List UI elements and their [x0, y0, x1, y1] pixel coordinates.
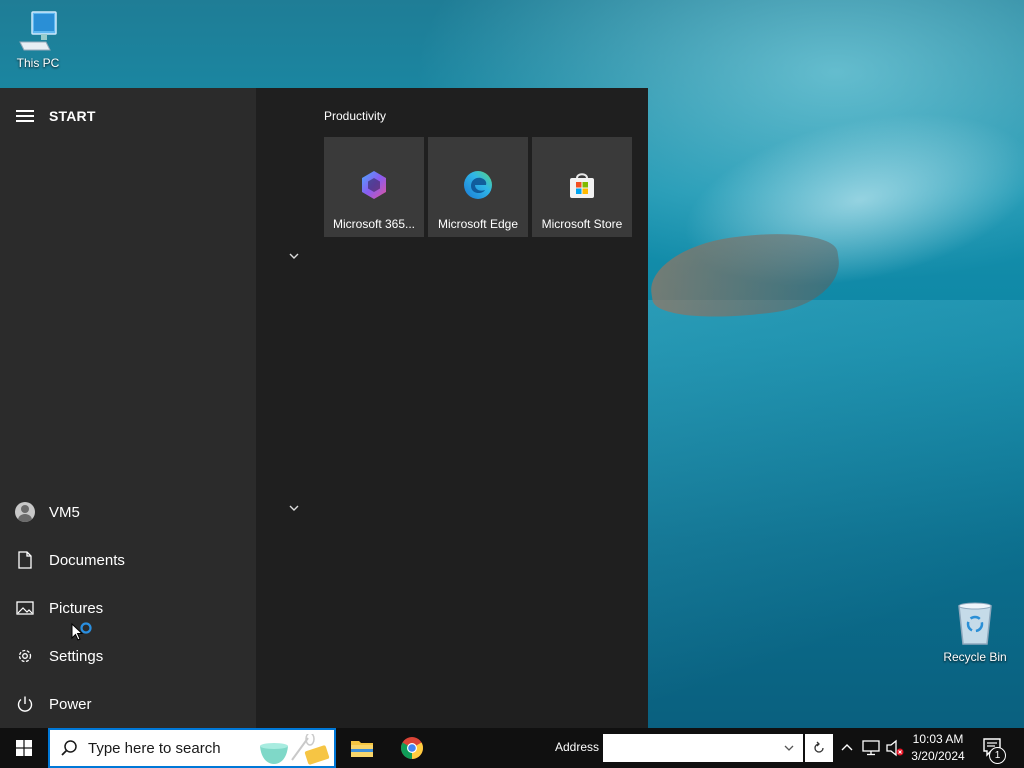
store-icon [570, 173, 594, 198]
address-go-button[interactable] [805, 734, 833, 762]
address-toolbar-label: Address [555, 740, 600, 754]
nav-item-settings[interactable]: Settings [0, 632, 256, 680]
taskbar-clock[interactable]: 10:03 AM 3/20/2024 [906, 731, 970, 765]
taskbar-search-box[interactable]: Type here to search [48, 728, 336, 768]
taskbar-file-explorer[interactable] [338, 728, 386, 768]
computer-icon [19, 11, 57, 51]
chevron-down-icon[interactable] [286, 248, 302, 264]
show-hidden-icons-button[interactable] [837, 738, 857, 758]
tile-label: Microsoft Store [541, 217, 623, 231]
picture-icon [16, 601, 34, 615]
start-header: START [0, 102, 96, 130]
desktop-icon-this-pc[interactable]: This PC [0, 8, 76, 70]
microsoft-365-icon [362, 171, 386, 199]
busy-cursor-icon [71, 622, 92, 641]
taskbar: Type here to search Address 10:03 AM 3/2… [0, 728, 1024, 768]
tile-microsoft-store[interactable]: Microsoft Store [532, 137, 632, 237]
hamburger-menu-icon[interactable] [16, 110, 34, 122]
notification-count-badge: 1 [989, 747, 1006, 764]
nav-item-pictures[interactable]: Pictures [0, 584, 256, 632]
windows-logo-icon [16, 740, 32, 756]
edge-icon [464, 171, 492, 199]
gear-icon [18, 649, 32, 663]
search-placeholder: Type here to search [88, 739, 221, 757]
file-explorer-icon [351, 741, 373, 757]
avatar [15, 502, 35, 522]
nav-item-label: Power [49, 695, 92, 713]
tile-microsoft-365[interactable]: Microsoft 365... [324, 137, 424, 237]
nav-item-documents[interactable]: Documents [0, 536, 256, 584]
start-title: START [49, 108, 96, 124]
chevron-down-icon[interactable] [783, 742, 795, 754]
chevron-up-icon [841, 744, 853, 751]
volume-button[interactable] [885, 738, 905, 758]
desktop-icon-label: This PC [16, 56, 60, 70]
desktop-icon-recycle-bin[interactable]: Recycle Bin [937, 600, 1013, 664]
tile-group-title[interactable]: Productivity [324, 109, 386, 123]
start-menu: START VM5 Documents Pictures Settings Po… [0, 88, 648, 728]
document-icon [18, 551, 32, 569]
tile-label: Microsoft 365... [332, 217, 416, 231]
search-highlight-illustration-icon [260, 734, 330, 765]
search-icon [61, 740, 77, 756]
nav-item-label: Settings [49, 647, 104, 665]
desktop-icon-label: Recycle Bin [943, 650, 1007, 664]
clock-time: 10:03 AM [912, 732, 964, 746]
wallpaper-light-rays [640, 300, 1024, 740]
nav-item-user[interactable]: VM5 [0, 488, 256, 536]
nav-item-label: Pictures [49, 599, 104, 617]
power-icon [17, 696, 33, 712]
refresh-icon [814, 741, 824, 753]
nav-item-label: VM5 [49, 503, 80, 521]
taskbar-chrome[interactable] [388, 728, 436, 768]
volume-muted-icon [886, 739, 904, 757]
chrome-icon [401, 737, 423, 759]
recycle-bin-icon [958, 602, 992, 645]
tile-microsoft-edge[interactable]: Microsoft Edge [428, 137, 528, 237]
clock-date: 3/20/2024 [911, 749, 965, 763]
start-button[interactable] [0, 728, 48, 768]
tile-label: Microsoft Edge [437, 217, 519, 231]
address-input[interactable] [603, 734, 803, 762]
nav-item-label: Documents [49, 551, 125, 569]
nav-item-power[interactable]: Power [0, 680, 256, 728]
network-icon [862, 740, 880, 756]
chevron-down-icon[interactable] [286, 500, 302, 516]
network-button[interactable] [861, 738, 881, 758]
